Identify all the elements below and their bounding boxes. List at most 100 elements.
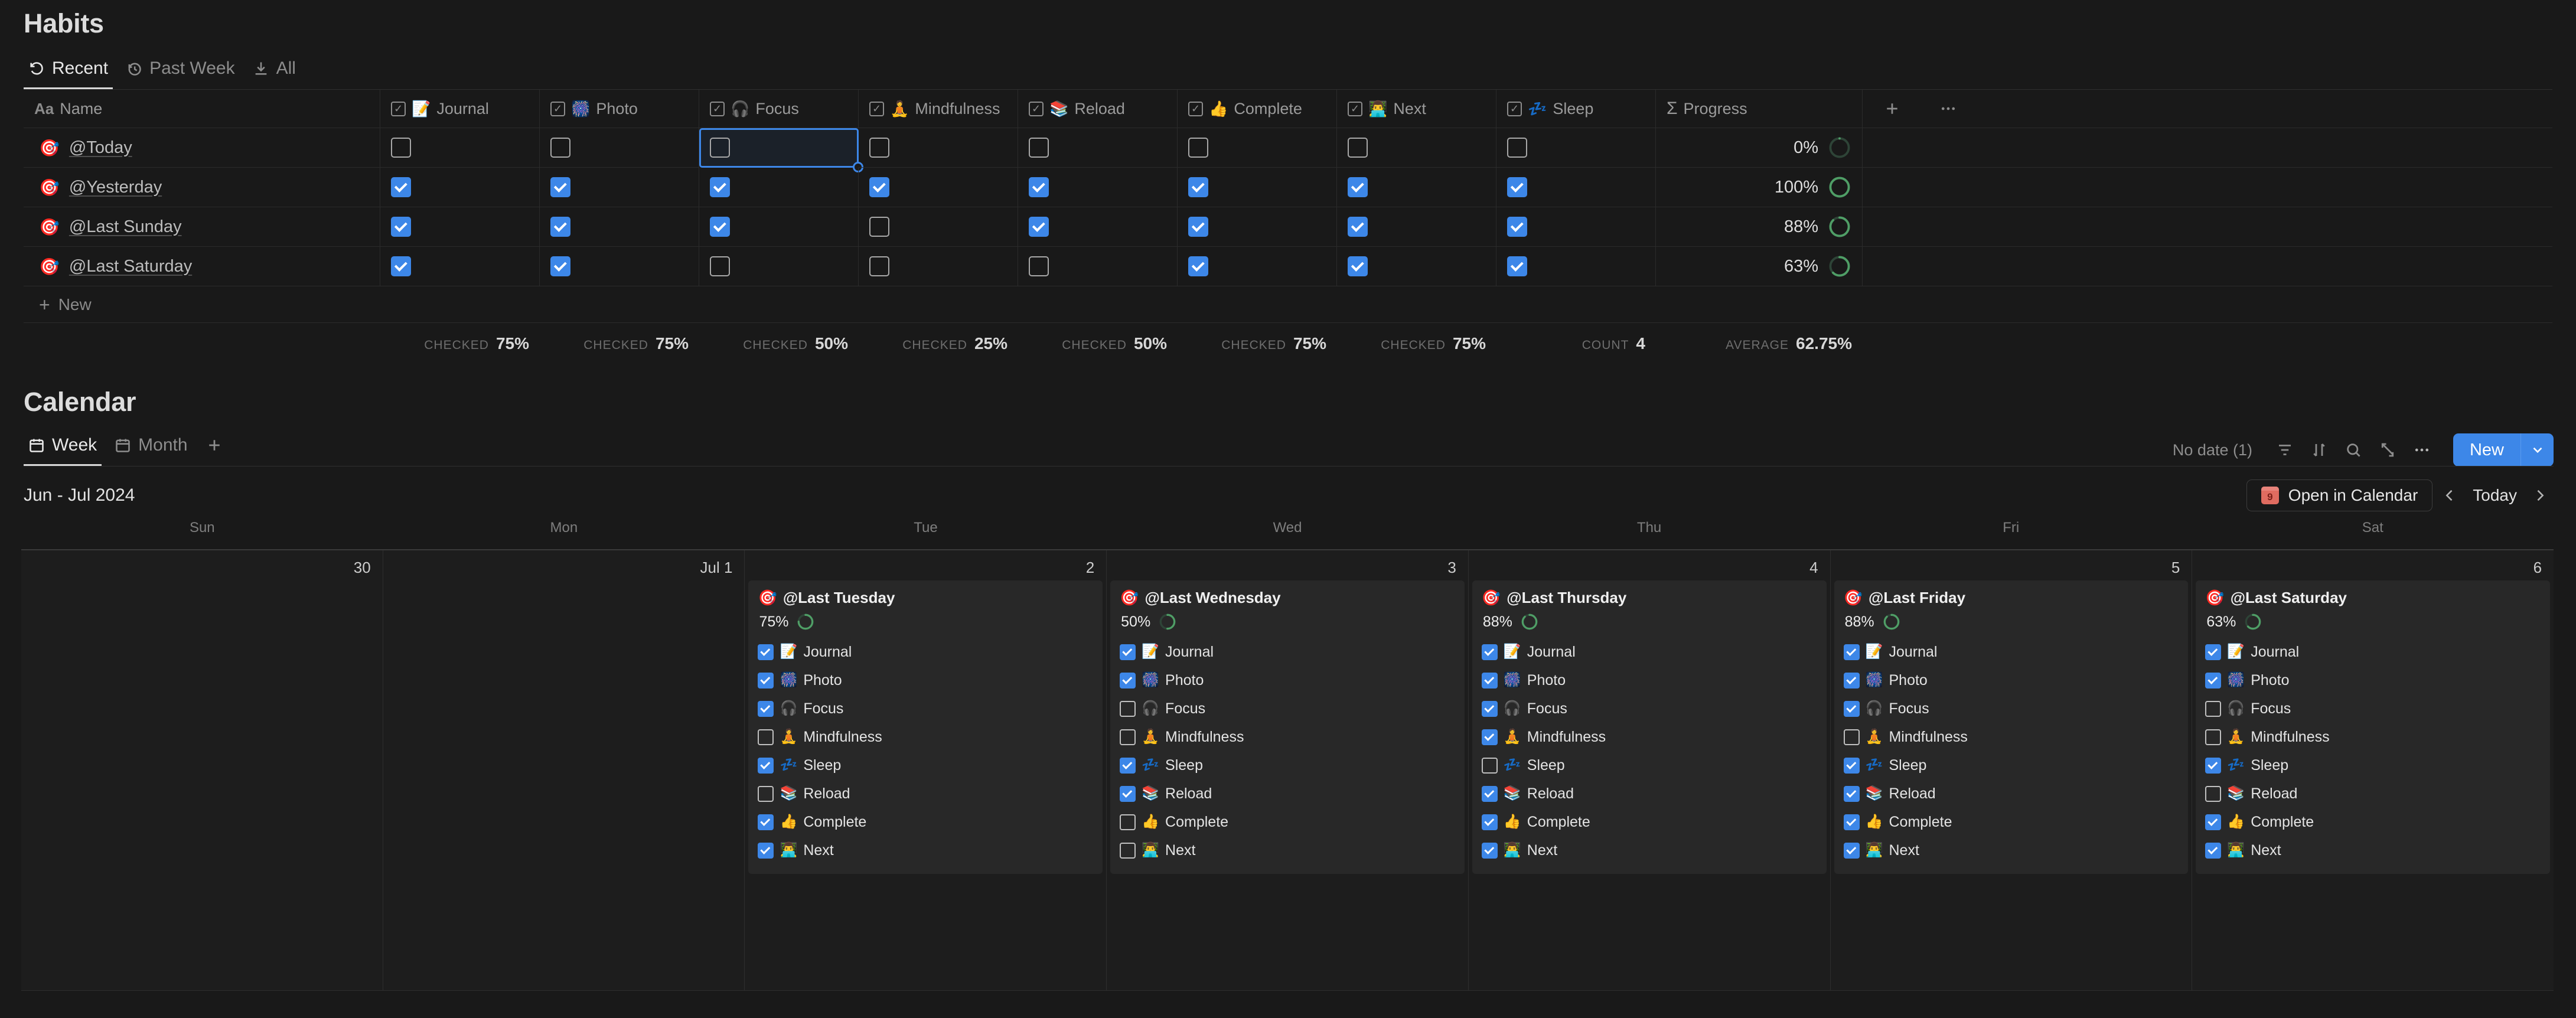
cell-reload[interactable] [1018, 247, 1178, 286]
cell-complete[interactable] [1178, 247, 1337, 286]
checkbox[interactable] [710, 177, 730, 197]
column-header-name[interactable]: Aa Name [24, 90, 380, 128]
event-habit-item[interactable]: 📚 Reload [1481, 779, 1817, 808]
event-habit-item[interactable]: 🎆 Photo [758, 666, 1093, 694]
checkbox[interactable] [2205, 644, 2222, 660]
cell-complete[interactable] [1178, 207, 1337, 247]
calendar-more-button[interactable] [2405, 435, 2439, 465]
column-header-focus[interactable]: ✓ 🎧 Focus [699, 90, 859, 128]
checkbox[interactable] [1120, 700, 1136, 717]
cell-next[interactable] [1337, 168, 1496, 207]
checkbox[interactable] [1348, 217, 1368, 237]
checkbox[interactable] [1843, 785, 1860, 802]
checkbox[interactable] [710, 256, 730, 276]
cell-complete[interactable] [1178, 168, 1337, 207]
checkbox[interactable] [1481, 644, 1498, 660]
checkbox[interactable] [1481, 757, 1498, 774]
event-habit-item[interactable]: 🎆 Photo [1120, 666, 1455, 694]
cell-next[interactable] [1337, 207, 1496, 247]
column-header-complete[interactable]: ✓ 👍 Complete [1178, 90, 1337, 128]
event-habit-item[interactable]: 🎆 Photo [1481, 666, 1817, 694]
day-cell-fri[interactable]: 5 🎯 @Last Friday 88% 📝 Journal 🎆 Photo 🎧 Fo… [1830, 550, 2193, 990]
event-habit-item[interactable]: 🎧 Focus [758, 694, 1093, 723]
cell-reload[interactable] [1018, 207, 1178, 247]
event-habit-item[interactable]: 📝 Journal [758, 638, 1093, 666]
event-habit-item[interactable]: 🎆 Photo [2205, 666, 2541, 694]
checkbox[interactable] [550, 177, 570, 197]
checkbox[interactable] [758, 700, 774, 717]
cell-mindfulness[interactable] [859, 168, 1018, 207]
habits-tab-all[interactable]: All [248, 57, 309, 90]
checkbox[interactable] [1120, 757, 1136, 774]
checkbox[interactable] [391, 217, 411, 237]
checkbox[interactable] [710, 217, 730, 237]
event-habit-item[interactable]: 👨‍💻 Next [1120, 836, 1455, 864]
cell-progress[interactable]: 63% [1656, 247, 1863, 286]
table-row[interactable]: 🎯 @Today 0% [24, 128, 2552, 172]
checkbox[interactable] [550, 256, 570, 276]
checkbox[interactable] [1843, 757, 1860, 774]
cell-mindfulness[interactable] [859, 207, 1018, 247]
cell-reload[interactable] [1018, 168, 1178, 207]
checkbox[interactable] [869, 177, 889, 197]
day-cell-mon[interactable]: Jul 1 [383, 550, 745, 990]
calendar-event-card[interactable]: 🎯 @Last Thursday 88% 📝 Journal 🎆 Photo 🎧 Fo… [1472, 580, 1827, 874]
event-habit-item[interactable]: 👍 Complete [758, 808, 1093, 836]
filter-button[interactable] [2268, 435, 2302, 465]
event-habit-item[interactable]: 👍 Complete [2205, 808, 2541, 836]
checkbox[interactable] [758, 644, 774, 660]
cell-sleep[interactable] [1496, 128, 1656, 168]
agg-sleep[interactable]: COUNT 4 [1496, 334, 1656, 353]
checkbox[interactable] [2205, 729, 2222, 745]
calendar-tab-week[interactable]: Week [24, 433, 110, 466]
cell-focus[interactable] [699, 128, 863, 172]
event-habit-item[interactable]: 📝 Journal [1843, 638, 2179, 666]
no-date-count[interactable]: No date (1) [2173, 441, 2252, 459]
checkbox[interactable] [869, 138, 889, 158]
row-name-cell[interactable]: 🎯 @Last Sunday [24, 207, 380, 247]
checkbox[interactable] [1481, 672, 1498, 689]
checkbox[interactable] [1120, 842, 1136, 859]
table-row[interactable]: 🎯 @Last Sunday 88% [24, 207, 2552, 247]
table-options-button[interactable] [1922, 90, 1975, 128]
checkbox[interactable] [2205, 842, 2222, 859]
event-habit-item[interactable]: 💤 Sleep [1843, 751, 2179, 779]
event-habit-item[interactable]: 🧘 Mindfulness [758, 723, 1093, 751]
agg-mindfulness[interactable]: CHECKED 25% [859, 334, 1018, 353]
column-header-mindfulness[interactable]: ✓ 🧘 Mindfulness [859, 90, 1018, 128]
cell-sleep[interactable] [1496, 207, 1656, 247]
habits-tab-past-week[interactable]: Past Week [121, 57, 248, 90]
checkbox[interactable] [2205, 700, 2222, 717]
checkbox[interactable] [391, 138, 411, 158]
checkbox[interactable] [758, 814, 774, 830]
checkbox[interactable] [758, 842, 774, 859]
checkbox[interactable] [869, 256, 889, 276]
new-entry-button[interactable]: New [2453, 433, 2554, 466]
checkbox[interactable] [1507, 177, 1527, 197]
cell-mindfulness[interactable] [859, 247, 1018, 286]
checkbox[interactable] [869, 217, 889, 237]
event-habit-item[interactable]: 👍 Complete [1120, 808, 1455, 836]
agg-focus[interactable]: CHECKED 50% [699, 334, 859, 353]
cell-journal[interactable] [380, 128, 540, 168]
event-habit-item[interactable]: 🎧 Focus [2205, 694, 2541, 723]
event-habit-item[interactable]: 👍 Complete [1843, 808, 2179, 836]
checkbox[interactable] [758, 729, 774, 745]
cell-complete[interactable] [1178, 128, 1337, 168]
cell-next[interactable] [1337, 247, 1496, 286]
checkbox[interactable] [1120, 814, 1136, 830]
checkbox[interactable] [1120, 644, 1136, 660]
checkbox[interactable] [550, 217, 570, 237]
checkbox[interactable] [2205, 814, 2222, 830]
row-name-cell[interactable]: 🎯 @Today [24, 128, 380, 168]
checkbox[interactable] [2205, 757, 2222, 774]
event-habit-item[interactable]: 🧘 Mindfulness [1843, 723, 2179, 751]
checkbox[interactable] [1188, 256, 1208, 276]
day-cell-thu[interactable]: 4 🎯 @Last Thursday 88% 📝 Journal 🎆 Photo 🎧… [1468, 550, 1831, 990]
event-habit-item[interactable]: 🎧 Focus [1481, 694, 1817, 723]
checkbox[interactable] [1481, 814, 1498, 830]
habits-tab-recent[interactable]: Recent [24, 57, 121, 90]
checkbox[interactable] [758, 757, 774, 774]
checkbox[interactable] [1843, 644, 1860, 660]
sort-button[interactable] [2302, 435, 2336, 465]
